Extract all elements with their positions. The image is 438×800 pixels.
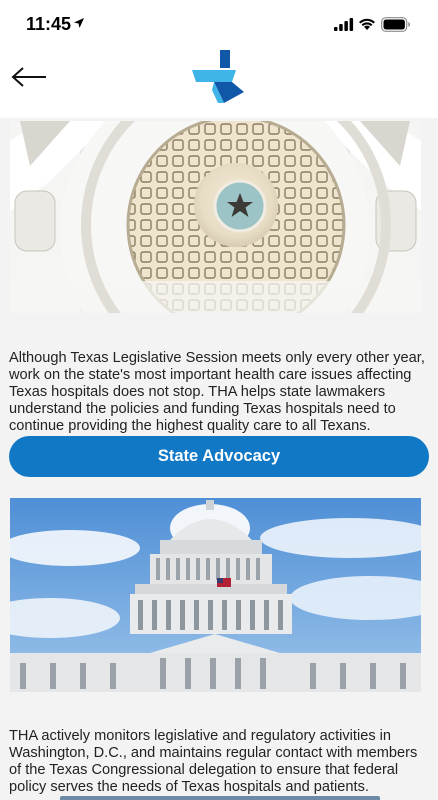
tha-logo: [192, 50, 244, 103]
next-card-edge: [60, 796, 380, 800]
state-advocacy-description: Although Texas Legislative Session meets…: [9, 349, 425, 434]
status-time: 11:45: [26, 14, 72, 34]
location-arrow-icon: [74, 18, 84, 28]
status-bar: 11:45: [0, 0, 438, 50]
wifi-icon: [359, 18, 375, 30]
federal-advocacy-description: THA actively monitors legislative and re…: [9, 727, 418, 795]
battery-icon: [381, 17, 410, 32]
cellular-signal-icon: [334, 18, 354, 31]
us-capitol-image: [10, 498, 421, 692]
arrow-left-icon[interactable]: [10, 64, 50, 90]
state-advocacy-button[interactable]: State Advocacy: [9, 436, 429, 477]
texas-capitol-rotunda-image: [10, 121, 421, 313]
header: [0, 50, 438, 118]
